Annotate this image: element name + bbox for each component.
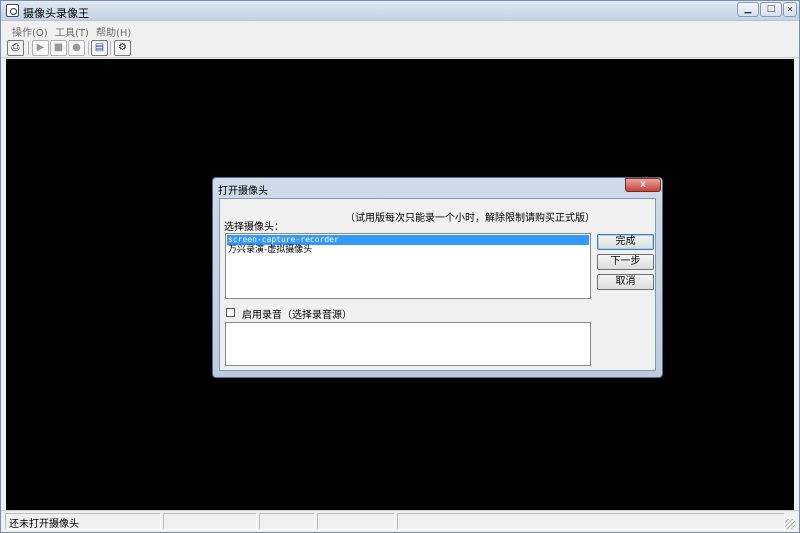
- camera-list-item[interactable]: screen-capture-recorder: [227, 235, 589, 245]
- camera-select-label: 选择摄像头：: [224, 222, 284, 233]
- resize-grip[interactable]: [785, 519, 795, 529]
- record-icon[interactable]: ●: [68, 40, 85, 56]
- status-text: 还未打开摄像头: [9, 519, 79, 530]
- camera-list[interactable]: screen-capture-recorder 万兴录演-虚拟摄像头: [225, 233, 591, 299]
- toolbar: ⎙ ▶ ■ ● ▤ ⚙: [1, 38, 799, 58]
- app-camera-icon: [6, 4, 19, 17]
- toolbar-separator: [88, 41, 89, 55]
- play-icon[interactable]: ▶: [32, 40, 49, 56]
- status-cell: [259, 513, 315, 530]
- status-cell: [163, 513, 257, 530]
- toolbar-separator: [110, 41, 111, 55]
- status-cell: [397, 513, 785, 530]
- trial-notice: （试用版每次只能录一个小时，解除限制请购买正式版）: [345, 213, 595, 224]
- dialog-title: 打开摄像头: [218, 186, 268, 197]
- menu-tools[interactable]: 工具(T): [55, 24, 89, 39]
- toolbar-separator: [28, 41, 29, 55]
- finish-button[interactable]: 完成: [597, 234, 654, 250]
- minimize-button[interactable]: ▁: [737, 2, 759, 17]
- camera-list-item[interactable]: 万兴录演-虚拟摄像头: [227, 245, 589, 255]
- open-camera-dialog: 打开摄像头 x （试用版每次只能录一个小时，解除限制请购买正式版） 选择摄像头：…: [212, 177, 663, 378]
- audio-source-list[interactable]: [225, 322, 591, 366]
- dialog-close-button[interactable]: x: [625, 178, 661, 192]
- menu-help[interactable]: 帮助(H): [96, 24, 131, 39]
- title-bar[interactable]: 摄像头录像王 ▁ □ ✕: [1, 1, 799, 21]
- menu-operate[interactable]: 操作(O): [12, 24, 48, 39]
- stop-icon[interactable]: ■: [50, 40, 67, 56]
- window-title: 摄像头录像王: [23, 7, 89, 20]
- close-button[interactable]: ✕: [783, 2, 797, 17]
- status-cell: [317, 513, 395, 530]
- enable-audio-label[interactable]: 启用录音（选择录音源）: [242, 306, 352, 321]
- cancel-button[interactable]: 取消: [597, 274, 654, 290]
- status-bar: 还未打开摄像头: [1, 510, 799, 532]
- open-camera-icon[interactable]: ⎙: [7, 40, 24, 56]
- menu-bar: 操作(O) 工具(T) 帮助(H): [1, 22, 799, 39]
- maximize-button[interactable]: □: [760, 2, 782, 17]
- next-step-button[interactable]: 下一步: [597, 254, 654, 270]
- book-icon[interactable]: ▤: [91, 40, 108, 56]
- enable-audio-checkbox[interactable]: [226, 308, 235, 317]
- dialog-body: （试用版每次只能录一个小时，解除限制请购买正式版） 选择摄像头： screen-…: [219, 198, 656, 371]
- settings-gear-icon[interactable]: ⚙: [114, 40, 131, 56]
